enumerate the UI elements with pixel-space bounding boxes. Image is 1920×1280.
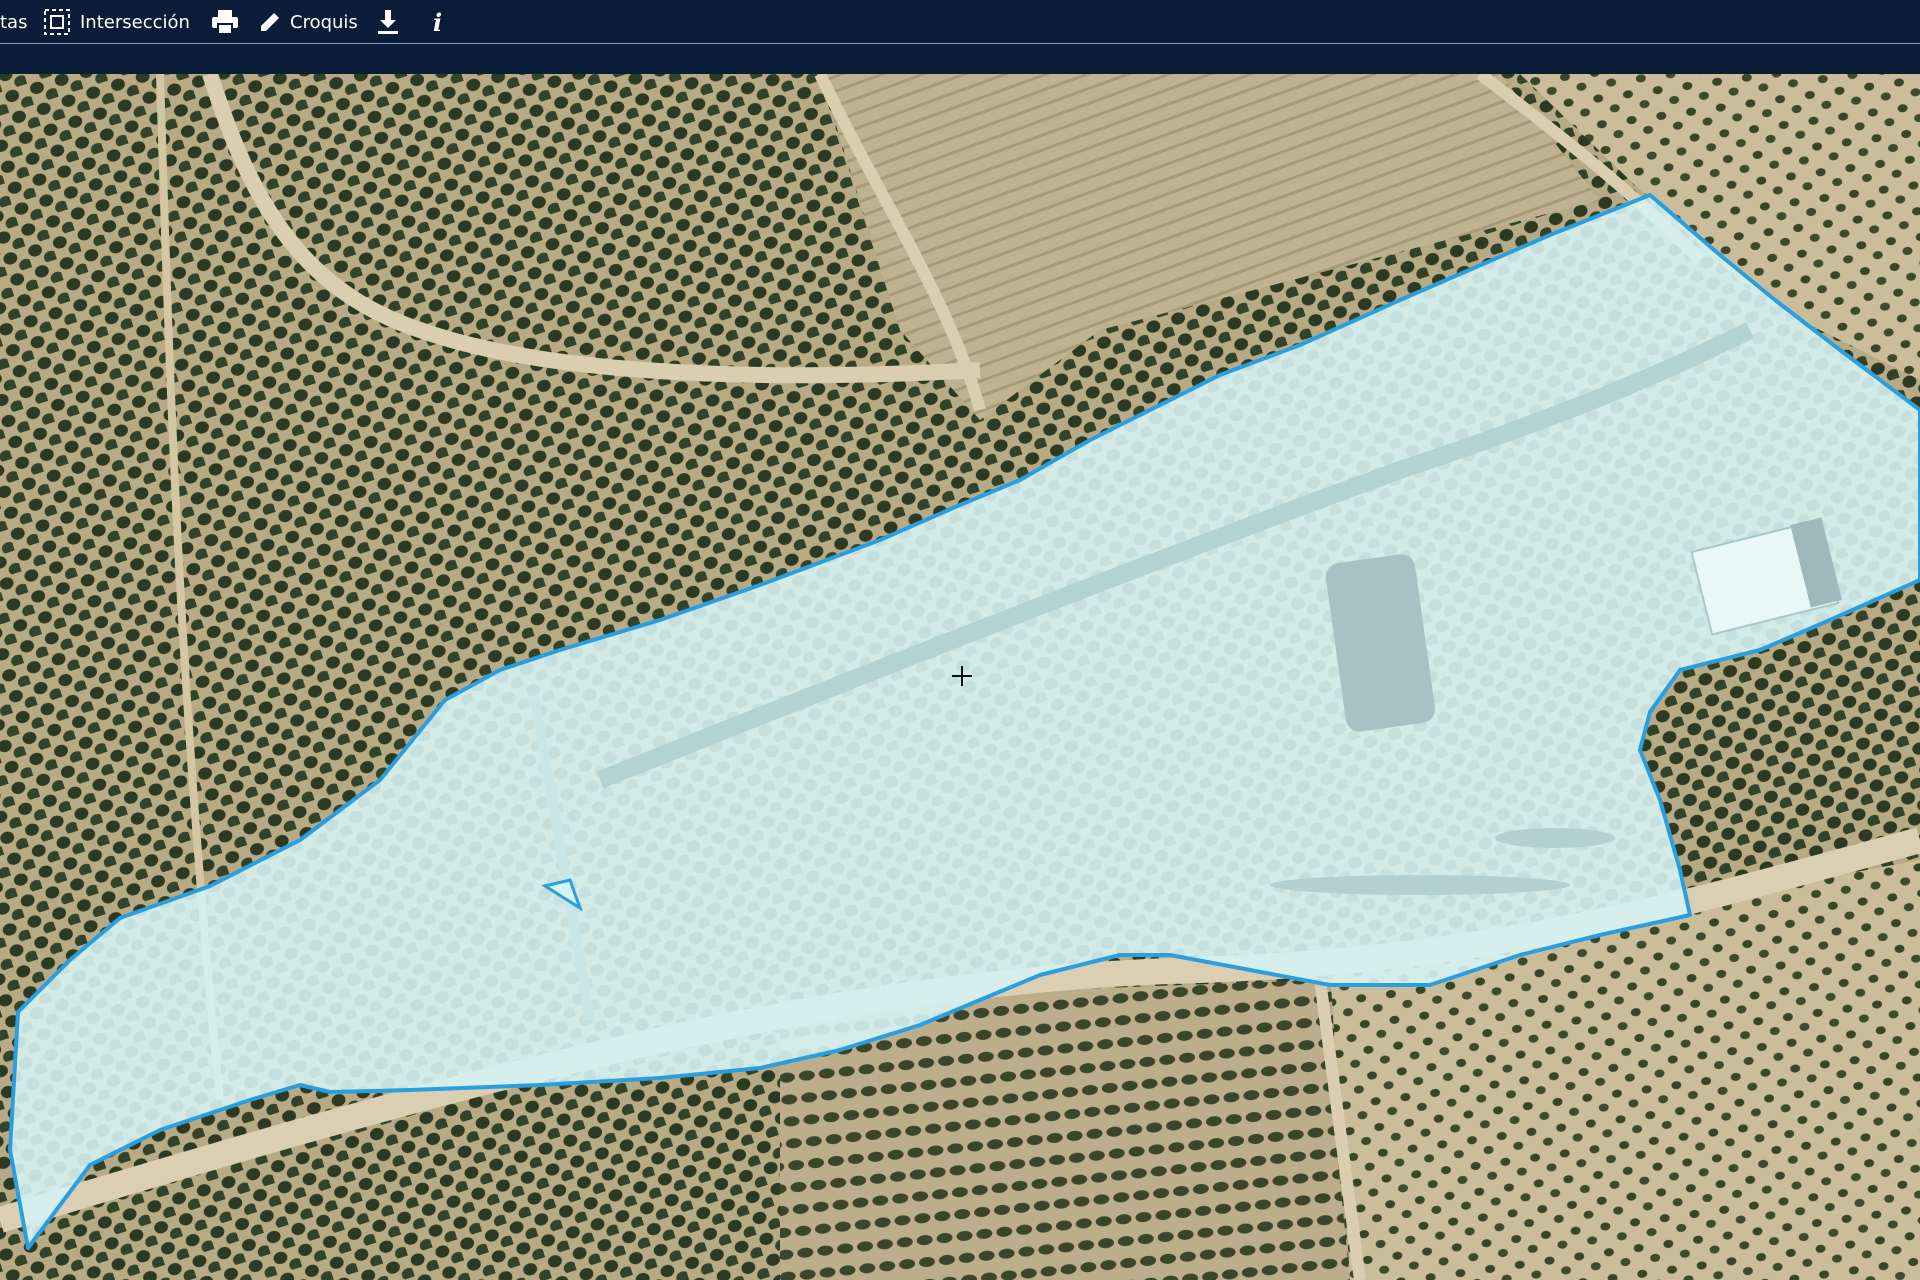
svg-text:i: i [433, 8, 442, 37]
tree-line [1495, 828, 1615, 848]
print-icon [210, 7, 240, 37]
sketch-tool-button[interactable]: Croquis [258, 0, 358, 44]
map-view[interactable] [0, 74, 1920, 1280]
toolbar-subbar [0, 44, 1920, 74]
print-button[interactable] [210, 0, 240, 44]
intersection-icon [42, 7, 72, 37]
map-toolbar: tas Intersección Croquis i [0, 0, 1920, 44]
aerial-map[interactable] [0, 74, 1920, 1280]
download-button[interactable] [375, 0, 401, 44]
intersection-label: Intersección [80, 11, 190, 33]
info-button[interactable]: i [428, 0, 448, 44]
info-icon: i [428, 7, 448, 37]
pencil-icon [258, 10, 282, 34]
sketch-label: Croquis [290, 11, 358, 33]
intersection-tool-button[interactable]: Intersección [42, 0, 190, 44]
tree-line [1270, 875, 1570, 895]
toolbar-item-capas[interactable]: tas [0, 0, 27, 44]
download-icon [375, 8, 401, 36]
toolbar-item-label: tas [0, 11, 28, 33]
